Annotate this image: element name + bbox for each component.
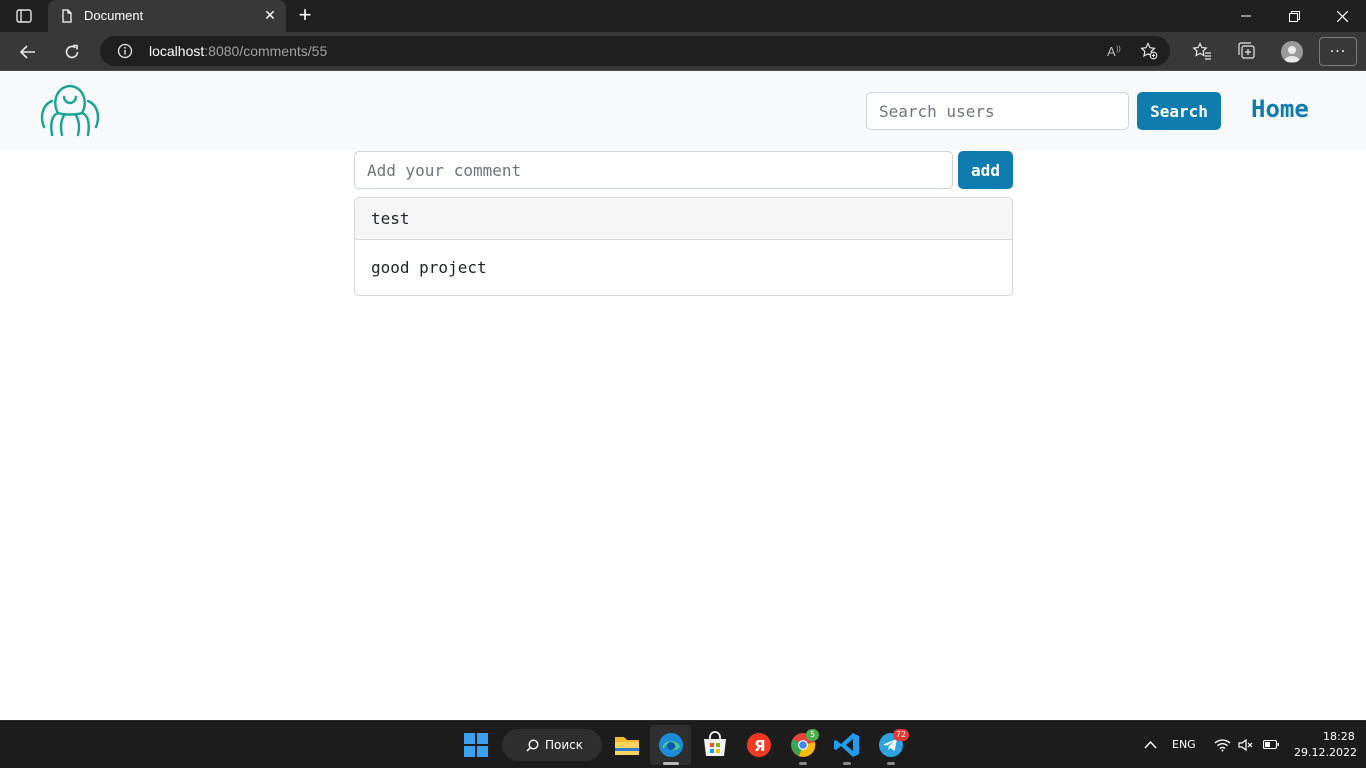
search-button[interactable]: Search — [1137, 92, 1221, 130]
read-aloud-icon[interactable]: A)) — [1106, 42, 1124, 60]
search-icon — [526, 739, 539, 752]
browser-tab[interactable]: Document ✕ — [48, 0, 286, 32]
page-icon — [62, 9, 72, 23]
edge-running-indicator — [663, 762, 679, 765]
more-options-icon[interactable]: ··· — [1319, 37, 1357, 66]
clock-date[interactable]: 29.12.2022 — [1294, 746, 1357, 759]
tab-close-icon[interactable]: ✕ — [262, 8, 278, 24]
site-header: Search Home — [0, 71, 1366, 151]
add-comment-button[interactable]: add — [958, 151, 1013, 189]
battery-icon[interactable] — [1263, 739, 1280, 750]
volume-muted-icon[interactable] — [1238, 738, 1254, 752]
tab-title: Document — [84, 8, 144, 23]
tab-actions-icon[interactable] — [10, 7, 38, 25]
clock-time[interactable]: 18:28 — [1323, 730, 1355, 743]
info-icon[interactable] — [117, 43, 133, 59]
yandex-browser-icon[interactable]: Я — [745, 731, 773, 759]
edge-icon[interactable] — [657, 731, 685, 759]
telegram-badge: 72 — [893, 729, 909, 741]
add-favorite-icon[interactable] — [1140, 42, 1158, 60]
search-users-input[interactable] — [866, 92, 1129, 130]
svg-text:A: A — [1107, 44, 1116, 59]
vscode-running-indicator — [843, 762, 851, 765]
refresh-icon[interactable] — [57, 37, 87, 67]
favorites-icon[interactable] — [1192, 41, 1212, 61]
minimize-icon[interactable] — [1222, 0, 1270, 32]
wifi-icon[interactable] — [1214, 738, 1231, 752]
close-window-icon[interactable] — [1318, 0, 1366, 32]
window-controls — [1222, 0, 1366, 32]
svg-text:Я: Я — [754, 737, 766, 755]
comment-card: test good project — [354, 197, 1013, 296]
telegram-running-indicator — [887, 762, 895, 765]
logo-icon[interactable] — [38, 83, 102, 139]
store-icon[interactable] — [701, 731, 729, 759]
file-explorer-icon[interactable] — [613, 731, 641, 759]
back-icon[interactable] — [13, 37, 43, 67]
new-tab-icon[interactable]: + — [293, 4, 317, 28]
restore-icon[interactable] — [1270, 0, 1318, 32]
browser-tab-bar: Document ✕ + — [0, 0, 1366, 32]
home-link[interactable]: Home — [1251, 95, 1309, 123]
comment-author: test — [355, 198, 1012, 240]
taskbar: Поиск Я 5 72 ENG 18:28 29.12.2022 — [0, 720, 1366, 768]
chrome-badge: 5 — [806, 729, 819, 741]
chrome-running-indicator — [799, 762, 807, 765]
comment-input[interactable] — [354, 151, 953, 189]
browser-toolbar: localhost:8080/comments/55 A)) ··· — [0, 32, 1366, 71]
url-text: localhost:8080/comments/55 — [149, 43, 328, 59]
language-indicator[interactable]: ENG — [1172, 738, 1196, 751]
chevron-up-icon[interactable] — [1144, 740, 1157, 749]
taskbar-search[interactable]: Поиск — [502, 729, 602, 761]
address-bar[interactable]: localhost:8080/comments/55 A)) — [100, 36, 1170, 66]
start-icon[interactable] — [463, 732, 489, 758]
vscode-icon[interactable] — [833, 731, 861, 759]
taskbar-search-label: Поиск — [545, 738, 584, 752]
collections-icon[interactable] — [1236, 41, 1256, 61]
svg-text:)): )) — [1116, 46, 1121, 53]
profile-avatar[interactable] — [1281, 41, 1303, 63]
comment-text: good project — [371, 258, 487, 277]
